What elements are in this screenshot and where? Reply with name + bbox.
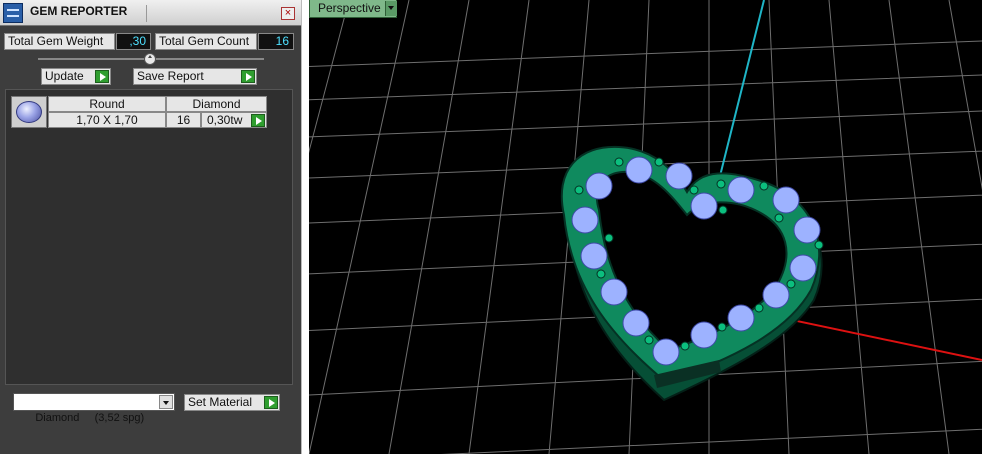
prong bbox=[604, 233, 614, 243]
save-report-button[interactable]: Save Report bbox=[133, 68, 257, 85]
gem-stone bbox=[625, 156, 653, 184]
save-report-button-label: Save Report bbox=[137, 69, 204, 83]
gem-icon bbox=[16, 101, 42, 123]
gem-stone bbox=[789, 254, 817, 282]
prong bbox=[814, 240, 824, 250]
set-material-button-label: Set Material bbox=[188, 395, 253, 409]
play-icon bbox=[95, 70, 109, 83]
view-selector[interactable]: Perspective bbox=[309, 0, 397, 18]
gem-stone bbox=[762, 281, 790, 309]
gem-stone bbox=[665, 162, 693, 190]
summary-row: Total Gem Weight ,30 Total Gem Count 16 bbox=[0, 33, 301, 50]
prong bbox=[574, 185, 584, 195]
prong bbox=[786, 279, 796, 289]
prong bbox=[654, 157, 664, 167]
set-material-button[interactable]: Set Material bbox=[184, 394, 280, 411]
prong bbox=[716, 179, 726, 189]
title-separator bbox=[146, 5, 147, 22]
total-count-label: Total Gem Count bbox=[155, 33, 257, 50]
perspective-viewport[interactable]: Perspective bbox=[309, 0, 982, 454]
window-title: GEM REPORTER bbox=[30, 4, 128, 18]
gem-weight-value: 0,30tw bbox=[207, 113, 243, 127]
play-icon bbox=[264, 396, 278, 409]
gem-stone bbox=[690, 321, 718, 349]
gem-stone bbox=[727, 304, 755, 332]
chevron-down-icon bbox=[159, 395, 173, 409]
gem-size-cell: 1,70 X 1,70 bbox=[48, 112, 166, 128]
prong bbox=[596, 269, 606, 279]
heart-pendant-model[interactable] bbox=[560, 145, 824, 402]
prong bbox=[718, 205, 728, 215]
gem-stone bbox=[600, 278, 628, 306]
material-select[interactable]: Diamond (3,52 spg) bbox=[13, 393, 175, 424]
play-icon bbox=[251, 114, 265, 127]
gem-shape-cell: Round bbox=[48, 96, 166, 112]
title-bar[interactable]: GEM REPORTER × bbox=[0, 0, 301, 26]
viewport-canvas bbox=[309, 0, 982, 454]
prong bbox=[614, 157, 624, 167]
total-count-value: 16 bbox=[258, 33, 294, 50]
gem-stone bbox=[580, 242, 608, 270]
gem-count-cell: 16 bbox=[166, 112, 201, 128]
prong bbox=[774, 213, 784, 223]
material-select-value: Diamond (3,52 spg) bbox=[35, 412, 145, 424]
gem-weight-cell[interactable]: 0,30tw bbox=[201, 112, 267, 128]
gem-stone bbox=[772, 186, 800, 214]
app-icon bbox=[3, 3, 23, 23]
prong bbox=[754, 303, 764, 313]
update-button[interactable]: Update bbox=[41, 68, 111, 85]
prong bbox=[644, 335, 654, 345]
panel-divider[interactable] bbox=[301, 0, 309, 454]
gem-stone bbox=[793, 216, 821, 244]
play-icon bbox=[241, 70, 255, 83]
gem-stone bbox=[727, 176, 755, 204]
prong bbox=[689, 185, 699, 195]
app-root: GEM REPORTER × Total Gem Weight ,30 Tota… bbox=[0, 0, 982, 454]
z-axis-line bbox=[713, 0, 765, 201]
gem-thumbnail[interactable] bbox=[11, 96, 47, 128]
update-button-label: Update bbox=[45, 69, 84, 83]
gem-stone bbox=[690, 192, 718, 220]
chevron-down-icon bbox=[385, 1, 397, 16]
gem-list: Round Diamond 1,70 X 1,70 16 0,30tw bbox=[5, 89, 293, 385]
gem-reporter-panel: GEM REPORTER × Total Gem Weight ,30 Tota… bbox=[0, 0, 301, 454]
slider-handle[interactable] bbox=[144, 53, 156, 65]
prong bbox=[759, 181, 769, 191]
gem-stone bbox=[622, 309, 650, 337]
gem-material-cell: Diamond bbox=[166, 96, 267, 112]
total-weight-value: ,30 bbox=[116, 33, 151, 50]
gem-stone bbox=[652, 338, 680, 366]
close-icon[interactable]: × bbox=[281, 7, 295, 20]
prong bbox=[680, 341, 690, 351]
prong bbox=[717, 322, 727, 332]
gem-stone bbox=[585, 172, 613, 200]
total-weight-label: Total Gem Weight bbox=[4, 33, 115, 50]
gem-stone bbox=[571, 206, 599, 234]
view-selector-label: Perspective bbox=[318, 1, 381, 15]
